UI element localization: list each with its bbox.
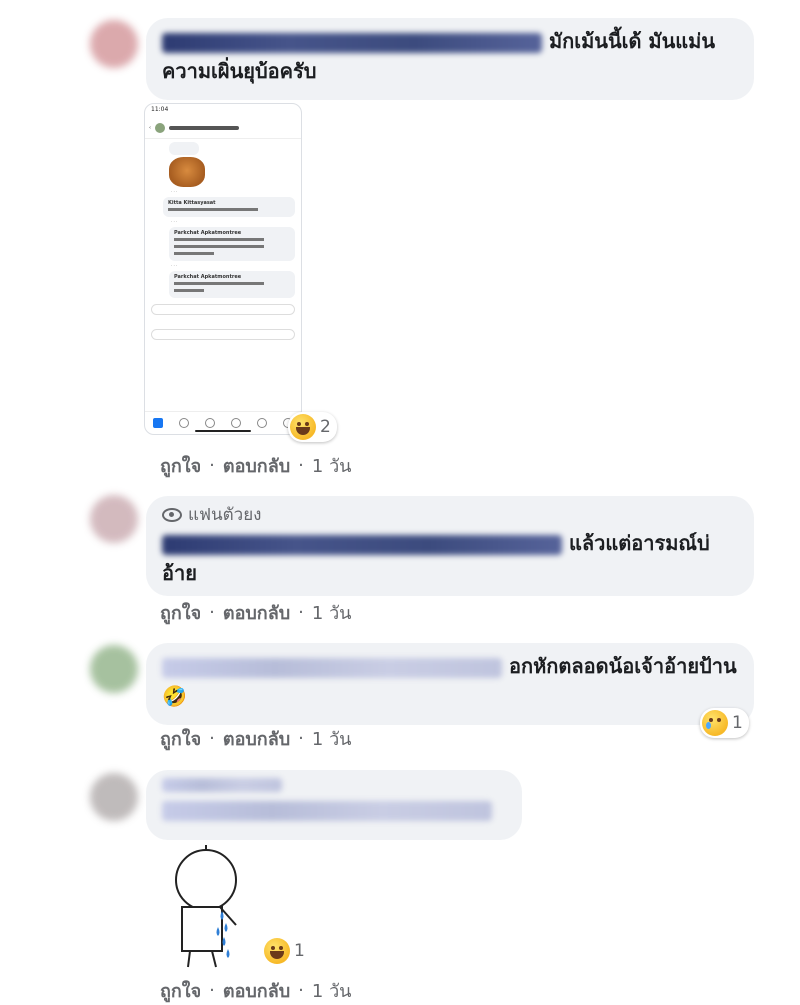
timestamp[interactable]: 1 วัน — [312, 724, 352, 753]
top-fan-badge: แฟนตัวยง — [162, 504, 738, 526]
comment-text — [162, 794, 506, 824]
commenter-name[interactable] — [162, 800, 492, 821]
reaction-number: 1 — [294, 941, 305, 961]
avatar — [155, 123, 165, 133]
badge-icon — [162, 508, 182, 522]
crying-sticker[interactable] — [166, 845, 246, 970]
phone-comment: Kitta Kittasyasat — [163, 197, 295, 217]
reaction-number: 2 — [320, 417, 331, 437]
groups-icon — [205, 418, 215, 428]
badge-label: แฟนตัวยง — [188, 505, 262, 525]
comment-actions: ถูกใจ · ตอบกลับ · 1 วัน — [160, 976, 351, 1005]
timestamp[interactable]: 1 วัน — [312, 598, 352, 627]
reaction-count[interactable]: 1 — [700, 708, 749, 738]
commenter-name[interactable] — [162, 657, 502, 678]
comment-bubble — [146, 770, 522, 840]
bell-icon — [257, 418, 267, 428]
phone-header: ‹ — [145, 118, 301, 139]
commenter-avatar[interactable] — [90, 645, 138, 693]
phone-reply-input — [151, 304, 295, 315]
reaction-count[interactable]: 2 — [288, 412, 337, 442]
back-icon: ‹ — [149, 125, 151, 131]
phone-meta: · · · — [171, 219, 178, 224]
commenter-name[interactable] — [162, 32, 542, 53]
marketplace-icon — [231, 418, 241, 428]
like-link[interactable]: ถูกใจ — [160, 598, 201, 627]
commenter-avatar[interactable] — [90, 495, 138, 543]
phone-comment — [169, 142, 199, 155]
reply-link[interactable]: ตอบกลับ — [223, 724, 290, 753]
comment-actions: ถูกใจ · ตอบกลับ · 1 วัน — [160, 598, 351, 627]
comment-text: อกหักตลอดน้อเจ้าอ้ายป้าน🤣 — [162, 651, 738, 711]
timestamp[interactable]: 1 วัน — [312, 976, 352, 1005]
reply-link[interactable]: ตอบกลับ — [223, 976, 290, 1005]
reaction-count[interactable]: 1 — [262, 936, 311, 966]
comment-bubble: อกหักตลอดน้อเจ้าอ้ายป้าน🤣 — [146, 643, 754, 725]
reaction-number: 1 — [732, 713, 743, 733]
commenter-avatar[interactable] — [90, 773, 138, 821]
phone-comment-input — [151, 329, 295, 340]
phone-status-time: 11:04 — [151, 106, 169, 113]
laugh-emoji-icon — [290, 414, 316, 440]
reply-link[interactable]: ตอบกลับ — [223, 451, 290, 480]
phone-meta: · · · — [171, 189, 178, 194]
watch-icon — [179, 418, 189, 428]
phone-meta: · · · — [171, 263, 178, 268]
like-link[interactable]: ถูกใจ — [160, 724, 201, 753]
like-link[interactable]: ถูกใจ — [160, 976, 201, 1005]
comment-bubble: แฟนตัวยง แล้วแต่อารมณ์บ่อ้าย — [146, 496, 754, 596]
commenter-name[interactable] — [162, 534, 562, 555]
commenter-avatar[interactable] — [90, 20, 138, 68]
like-link[interactable]: ถูกใจ — [160, 451, 201, 480]
phone-reply: Parkchat Apkatmontree — [169, 271, 295, 298]
sad-emoji-icon — [702, 710, 728, 736]
home-icon — [153, 418, 163, 428]
reply-link[interactable]: ตอบกลับ — [223, 598, 290, 627]
dog-sticker — [169, 157, 205, 187]
laugh-emoji-icon — [264, 938, 290, 964]
home-indicator — [195, 430, 251, 432]
top-fan-badge — [162, 778, 506, 792]
comment-bubble: มักเม้นนี้เด้ มันแม่นความเผิ่นยุบ้อครับ — [146, 18, 754, 100]
comment-text: แล้วแต่อารมณ์บ่อ้าย — [162, 528, 738, 588]
phone-reply: Parkchat Apkatmontree — [169, 227, 295, 261]
comment-text: มักเม้นนี้เด้ มันแม่นความเผิ่นยุบ้อครับ — [162, 26, 738, 86]
comment-actions: ถูกใจ · ตอบกลับ · 1 วัน — [160, 724, 351, 753]
attached-screenshot[interactable]: 11:04 ‹ · · · Kitta Kittasyasat · · · Pa… — [144, 103, 302, 435]
comment-actions: ถูกใจ · ตอบกลับ · 1 วัน — [160, 451, 351, 480]
timestamp[interactable]: 1 วัน — [312, 451, 352, 480]
